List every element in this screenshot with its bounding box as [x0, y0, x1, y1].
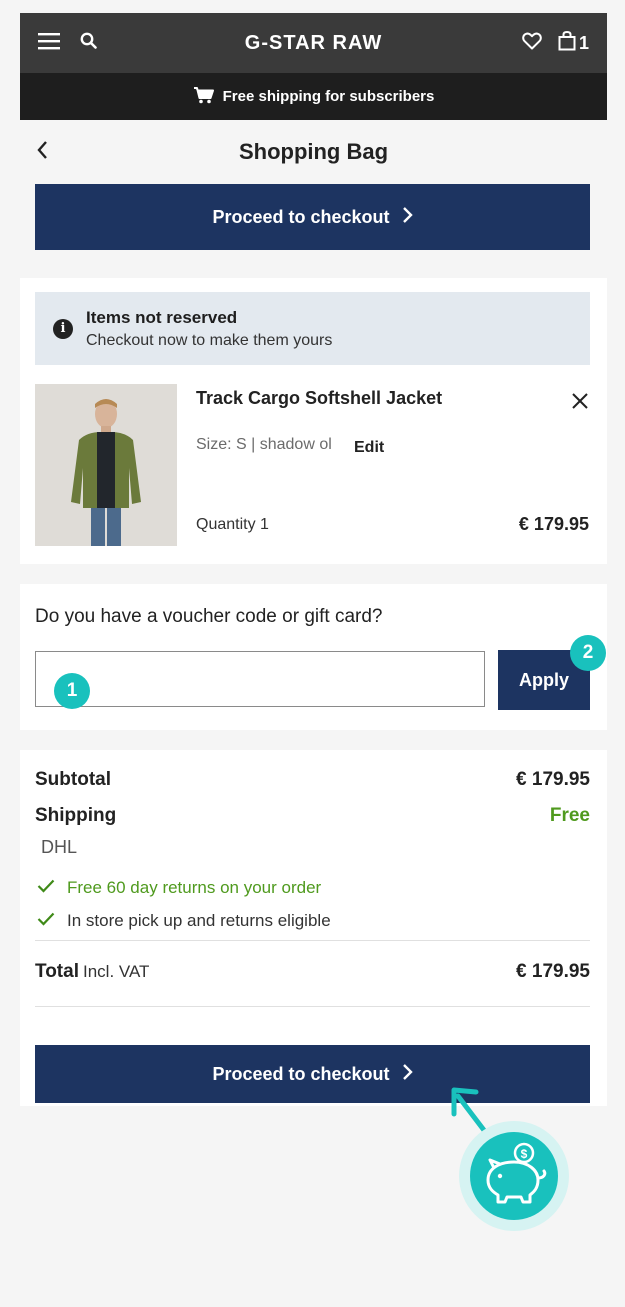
- proceed-to-checkout-button-top[interactable]: Proceed to checkout: [35, 184, 590, 250]
- product-name[interactable]: Track Cargo Softshell Jacket: [196, 388, 442, 409]
- step-marker-1: 1: [54, 673, 90, 709]
- promo-banner[interactable]: Free shipping for subscribers: [20, 73, 607, 120]
- shipping-value: Free: [549, 805, 590, 826]
- promo-text: Free shipping for subscribers: [222, 88, 435, 105]
- check-icon: [37, 911, 55, 931]
- shipping-row: Shipping Free: [35, 805, 590, 827]
- info-icon: i: [53, 318, 73, 339]
- product-image[interactable]: [35, 384, 177, 546]
- checkout-label: Proceed to checkout: [212, 1063, 390, 1084]
- voucher-question: Do you have a voucher code or gift card?: [35, 606, 383, 627]
- shipping-carrier: DHL: [41, 837, 78, 857]
- benefit-text: In store pick up and returns eligible: [67, 911, 331, 930]
- notice-text: Checkout now to make them yours: [86, 331, 333, 349]
- top-navigation: G-STAR RAW 1: [20, 13, 607, 73]
- product-price: € 179.95: [518, 514, 589, 534]
- brand-logo[interactable]: G-STAR RAW: [20, 32, 607, 55]
- subtotal-value: € 179.95: [516, 769, 590, 790]
- page-header: Shopping Bag: [20, 120, 607, 184]
- cart-icon: [193, 86, 215, 108]
- search-icon[interactable]: [80, 32, 97, 54]
- shipping-label: Shipping: [35, 805, 117, 826]
- subtotal-row: Subtotal € 179.95: [35, 769, 590, 791]
- piggy-bank-icon: $: [459, 1121, 569, 1231]
- edit-link[interactable]: Edit: [354, 439, 384, 457]
- chevron-left-icon[interactable]: [36, 140, 50, 165]
- benefit-store-pickup: In store pick up and returns eligible: [37, 911, 331, 931]
- order-summary-card: Subtotal € 179.95 Shipping Free DHL Free…: [20, 750, 607, 1106]
- product-size: Size: S | shadow ol: [196, 436, 332, 453]
- chevron-right-icon: [402, 206, 413, 229]
- menu-icon[interactable]: [38, 32, 60, 55]
- page-title: Shopping Bag: [238, 139, 389, 164]
- step-marker-2: 2: [570, 635, 606, 671]
- voucher-input[interactable]: [35, 651, 485, 707]
- product-quantity[interactable]: Quantity 1: [196, 516, 269, 534]
- total-value: € 179.95: [516, 961, 590, 982]
- benefit-returns: Free 60 day returns on your order: [37, 878, 321, 898]
- check-icon: [37, 878, 55, 898]
- benefit-text: Free 60 day returns on your order: [67, 878, 322, 897]
- cart-items-card: i Items not reserved Checkout now to mak…: [20, 278, 607, 564]
- reservation-notice: i Items not reserved Checkout now to mak…: [35, 292, 590, 365]
- divider: [35, 940, 590, 941]
- chevron-right-icon: [402, 1063, 413, 1086]
- voucher-card: Do you have a voucher code or gift card?…: [20, 584, 607, 730]
- bag-button[interactable]: 1: [558, 30, 589, 56]
- savings-widget-button[interactable]: $: [458, 1120, 570, 1232]
- total-label: Total: [35, 961, 79, 982]
- checkout-label: Proceed to checkout: [212, 206, 390, 227]
- heart-icon[interactable]: [522, 32, 542, 55]
- app-frame: G-STAR RAW 1 Free shipping for subscribe…: [20, 13, 607, 250]
- svg-text:$: $: [521, 1147, 528, 1161]
- bag-icon: [558, 30, 576, 56]
- incl-vat-label: Incl. VAT: [82, 962, 150, 981]
- notice-title: Items not reserved: [86, 307, 238, 327]
- close-icon[interactable]: [571, 392, 589, 415]
- bag-count: 1: [578, 32, 589, 53]
- subtotal-label: Subtotal: [35, 769, 111, 790]
- total-row: Total Incl. VAT € 179.95: [35, 961, 590, 983]
- divider: [35, 1006, 590, 1007]
